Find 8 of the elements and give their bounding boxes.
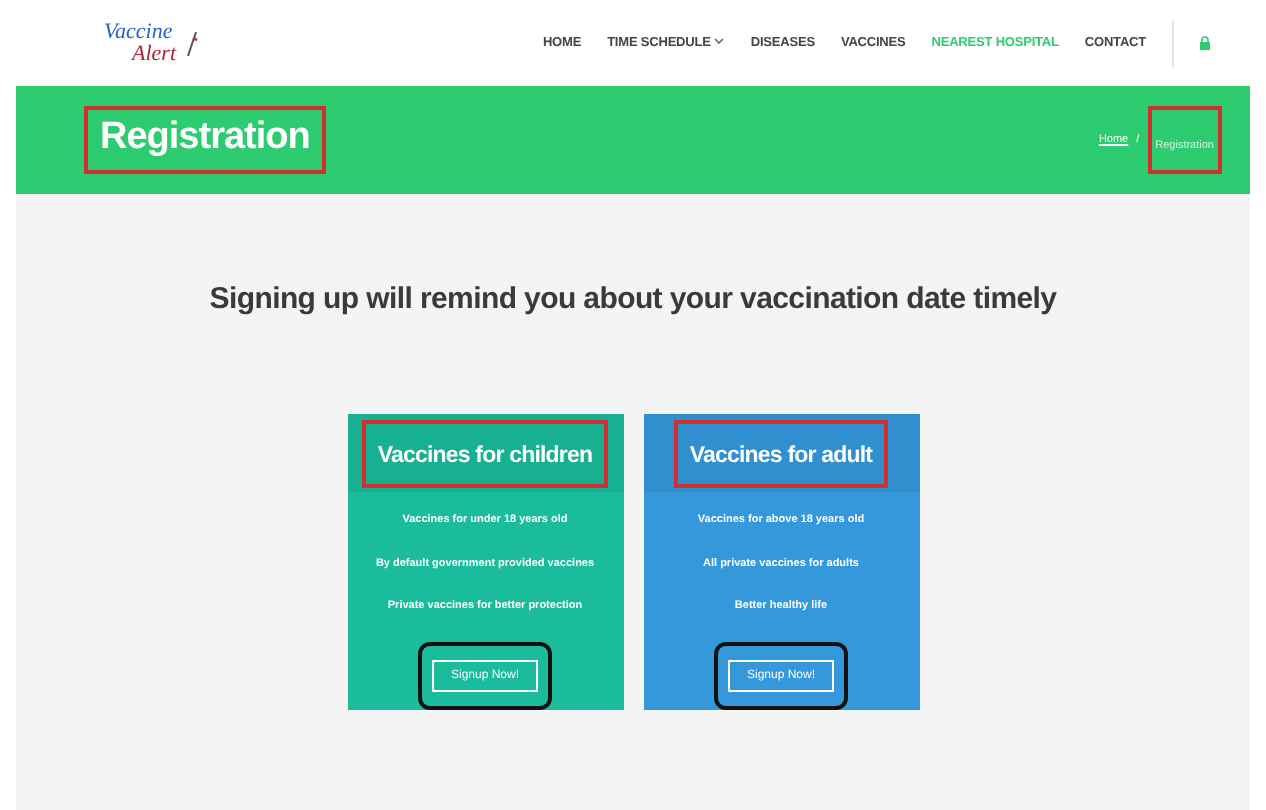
page-title: Registration (100, 116, 310, 158)
lock-icon[interactable] (1200, 36, 1210, 50)
syringe-icon (184, 29, 200, 57)
section-heading: Signing up will remind you about your vaccination date timely (209, 280, 1057, 318)
logo-text[interactable]: Alert (104, 43, 176, 65)
logo-text[interactable]: Vaccine (104, 21, 176, 43)
card-title: Vaccines for children (377, 443, 593, 468)
card-title: Vaccines for adult (689, 443, 873, 468)
